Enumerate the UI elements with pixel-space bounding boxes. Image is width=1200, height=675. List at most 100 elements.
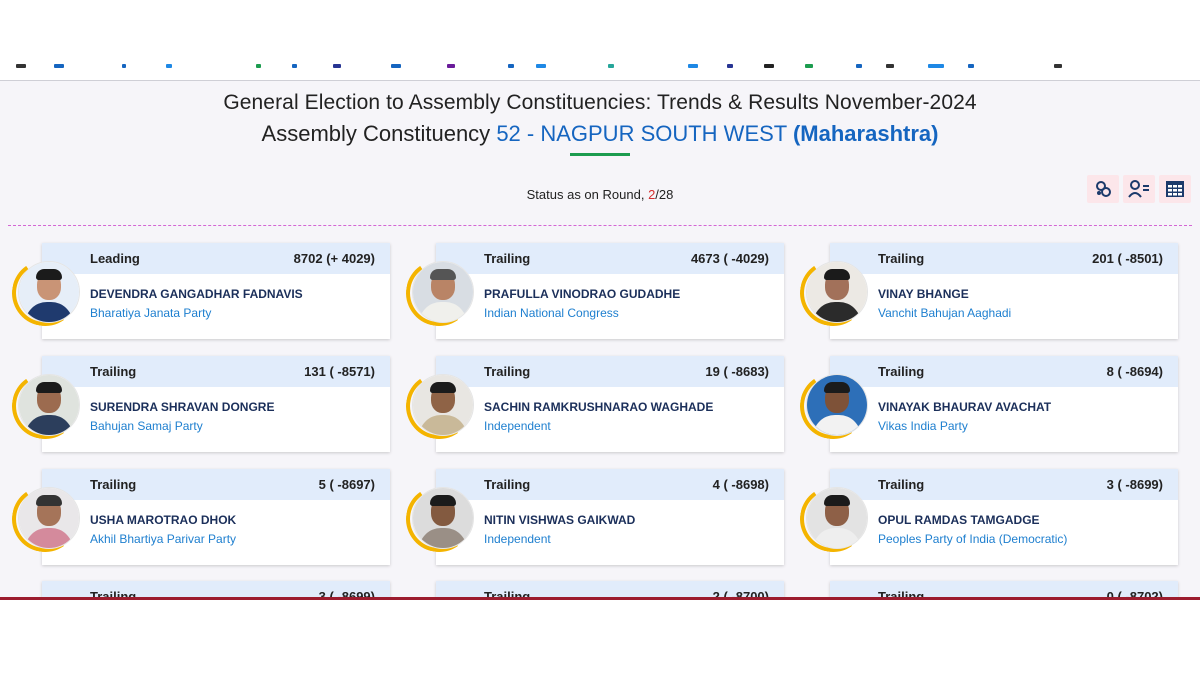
candidate-photo [412,261,474,323]
toolbar-icon[interactable] [166,64,172,68]
candidate-status: Trailing [878,364,925,379]
toolbar-icon[interactable] [508,64,514,68]
candidate-status: Trailing [484,251,531,266]
table-view-button[interactable] [1159,175,1191,203]
candidate-card[interactable]: Trailing 201 ( -8501) VINAY BHANGE Vanch… [794,243,1190,339]
candidate-votes: 4 ( -8698) [712,477,769,492]
party-wise-button[interactable] [1087,175,1119,203]
toolbar-icon[interactable] [256,64,261,68]
candidate-card[interactable]: Trailing 0 ( -8702) [800,581,1190,598]
blank-footer [0,600,1200,675]
table-view-icon [1166,181,1184,197]
candidate-photo [18,261,80,323]
toolbar-icon[interactable] [333,64,341,68]
candidate-card-panel: Trailing 0 ( -8702) [830,581,1178,598]
toolbar-icon[interactable] [856,64,862,68]
candidate-card[interactable]: Leading 8702 (+ 4029) DEVENDRA GANGADHAR… [6,243,402,339]
candidate-photo [412,487,474,549]
candidate-card-panel: Trailing 8 ( -8694) VINAYAK BHAURAV AVAC… [830,356,1178,452]
candidate-card[interactable]: Trailing 3 ( -8699) OPUL RAMDAS TAMGADGE… [794,469,1190,565]
candidate-card-panel: Trailing 3 ( -8699) [42,581,390,598]
round-status-label: Status as on Round, [526,187,645,202]
candidate-name: NITIN VISHWAS GAIKWAD [484,513,636,527]
candidate-card[interactable]: Trailing 5 ( -8697) USHA MAROTRAO DHOK A… [6,469,402,565]
constituency-name: 52 - NAGPUR SOUTH WEST [496,121,787,146]
candidate-card[interactable]: Trailing 4673 ( -4029) PRAFULLA VINODRAO… [400,243,796,339]
title-underline [570,153,630,156]
toolbar-icon[interactable] [805,64,813,68]
candidate-card[interactable]: Trailing 8 ( -8694) VINAYAK BHAURAV AVAC… [794,356,1190,452]
candidate-party: Akhil Bhartiya Parivar Party [90,532,237,546]
candidate-card[interactable]: Trailing 4 ( -8698) NITIN VISHWAS GAIKWA… [400,469,796,565]
results-panel: General Election to Assembly Constituenc… [0,81,1200,598]
total-rounds: /28 [655,187,674,202]
candidate-photo [806,487,868,549]
candidate-votes: 4673 ( -4029) [690,251,769,266]
toolbar-icon[interactable] [447,64,455,68]
section-divider [8,225,1192,226]
toolbar-icon[interactable] [536,64,546,68]
candidate-photo [18,374,80,436]
toolbar-icon[interactable] [886,64,894,68]
candidate-name: SURENDRA SHRAVAN DONGRE [90,400,275,414]
candidate-status: Trailing [90,364,137,379]
toolbar-icon[interactable] [122,64,126,68]
candidate-votes: 201 ( -8501) [1092,251,1163,266]
candidate-card[interactable]: Trailing 19 ( -8683) SACHIN RAMKRUSHNARA… [400,356,796,452]
candidate-votes: 5 ( -8697) [318,477,375,492]
toolbar-icon[interactable] [688,64,698,68]
candidate-votes: 8 ( -8694) [1106,364,1163,379]
constituency-heading: Assembly Constituency 52 - NAGPUR SOUTH … [0,121,1200,147]
toolbar-icon[interactable] [727,64,733,68]
toolbar-icon[interactable] [292,64,297,68]
candidate-name: VINAYAK BHAURAV AVACHAT [878,400,1052,414]
candidate-card-panel: Trailing 4673 ( -4029) PRAFULLA VINODRAO… [436,243,784,339]
toolbar-icon[interactable] [968,64,974,68]
candidate-card-panel: Leading 8702 (+ 4029) DEVENDRA GANGADHAR… [42,243,390,339]
candidate-status: Trailing [484,364,531,379]
candidate-card-panel: Trailing 3 ( -8699) OPUL RAMDAS TAMGADGE… [830,469,1178,565]
candidate-card-panel: Trailing 131 ( -8571) SURENDRA SHRAVAN D… [42,356,390,452]
candidate-name: DEVENDRA GANGADHAR FADNAVIS [90,287,303,301]
candidate-party: Vikas India Party [878,419,968,433]
candidate-list-button[interactable] [1123,175,1155,203]
toolbar-icon[interactable] [928,64,944,68]
candidate-party: Bahujan Samaj Party [90,419,203,433]
candidate-party: Independent [484,532,551,546]
toolbar-icon[interactable] [1054,64,1062,68]
candidate-party: Peoples Party of India (Democratic) [878,532,1068,546]
candidate-party: Independent [484,419,551,433]
toolbar-icon[interactable] [391,64,401,68]
candidate-card[interactable]: Trailing 131 ( -8571) SURENDRA SHRAVAN D… [6,356,402,452]
party-wise-icon [1096,181,1111,197]
candidate-votes: 131 ( -8571) [304,364,375,379]
candidate-name: SACHIN RAMKRUSHNARAO WAGHADE [484,400,714,414]
candidate-votes: 8702 (+ 4029) [293,251,375,266]
candidate-votes: 19 ( -8683) [705,364,769,379]
toolbar-icon[interactable] [16,64,26,68]
candidate-card-panel: Trailing 4 ( -8698) NITIN VISHWAS GAIKWA… [436,469,784,565]
state-name: (Maharashtra) [792,121,939,146]
candidate-votes: 3 ( -8699) [1106,477,1163,492]
candidate-card-panel: Trailing 201 ( -8501) VINAY BHANGE Vanch… [830,243,1178,339]
constituency-label: Assembly Constituency [261,121,491,146]
candidate-status: Trailing [484,477,531,492]
candidate-photo [806,261,868,323]
toolbar-icon[interactable] [54,64,64,68]
candidate-card-panel: Trailing 5 ( -8697) USHA MAROTRAO DHOK A… [42,469,390,565]
round-status: Status as on Round, 2/28 [0,187,1200,202]
candidate-card[interactable]: Trailing 3 ( -8699) [12,581,402,598]
candidate-photo [18,487,80,549]
toolbar-icon[interactable] [764,64,774,68]
candidate-photo [412,374,474,436]
browser-toolbar-strip [0,52,1200,81]
page-title: General Election to Assembly Constituenc… [223,91,977,114]
candidate-name: OPUL RAMDAS TAMGADGE [878,513,1040,527]
candidate-photo [806,374,868,436]
candidate-list-icon [1128,180,1149,198]
candidate-name: USHA MAROTRAO DHOK [90,513,237,527]
toolbar-icon[interactable] [608,64,614,68]
candidate-name: VINAY BHANGE [878,287,969,301]
candidate-status: Trailing [90,477,137,492]
candidate-card[interactable]: Trailing 2 ( -8700) [406,581,796,598]
